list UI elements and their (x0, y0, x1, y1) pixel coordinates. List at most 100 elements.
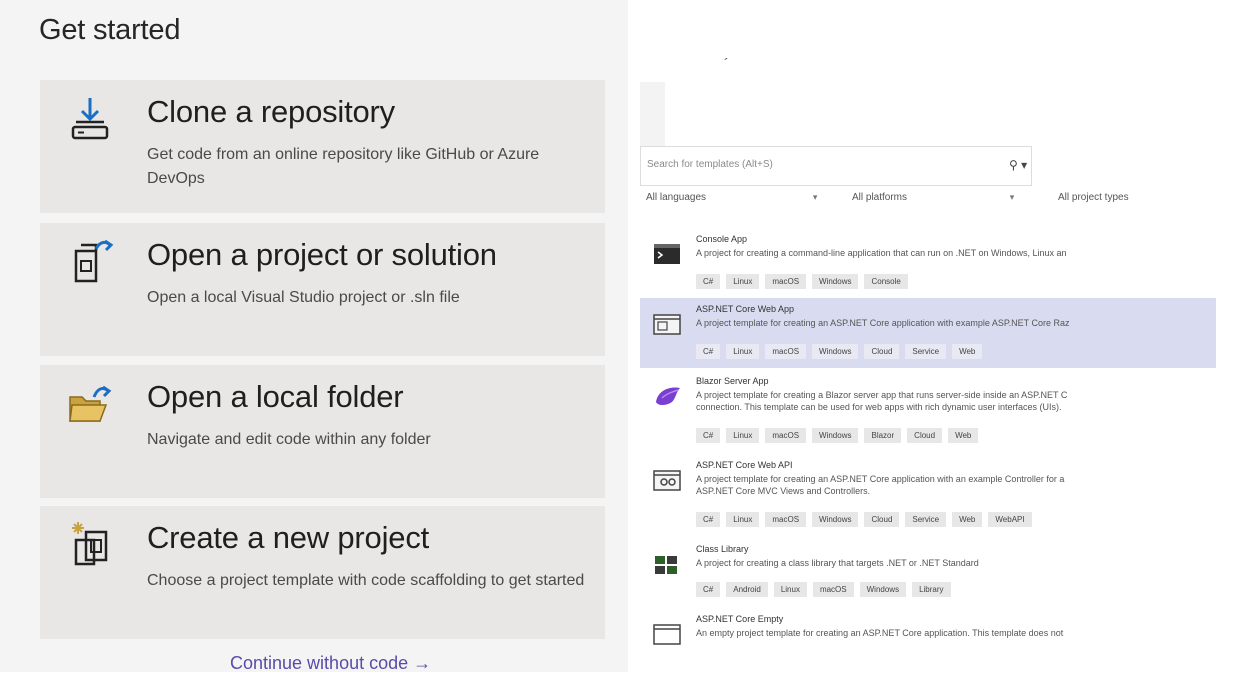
tag: Cloud (907, 428, 943, 443)
tag: Linux (726, 344, 760, 359)
tag: Service (905, 344, 947, 359)
tag: C# (696, 512, 721, 527)
clone-repository-icon (71, 98, 109, 140)
language-filter-label: All languages (646, 192, 707, 203)
chevron-down-icon: ▾ (1009, 192, 1015, 202)
chevron-down-icon: ▾ (812, 192, 818, 202)
template-description-line: A project template for creating a Blazor… (696, 390, 1068, 400)
tag: Windows (812, 274, 859, 289)
tag: Web (952, 344, 983, 359)
template-description: A project for creating a command-line ap… (696, 248, 1067, 258)
tag: macOS (812, 582, 854, 597)
tag: Linux (726, 274, 760, 289)
tag: macOS (765, 512, 807, 527)
project-type-filter-label: All project types (1058, 192, 1129, 203)
template-name: Console App (696, 234, 748, 244)
new-project-icon (72, 522, 108, 566)
tag: Blazor (864, 428, 902, 443)
project-type-filter[interactable]: All project types (1058, 192, 1129, 214)
get-started-panel: Get started Clone a repository Get code … (0, 0, 628, 674)
template-name: Blazor Server App (696, 376, 769, 386)
tag: Windows (859, 582, 907, 597)
search-placeholder: Search for templates (Alt+S) (647, 159, 773, 170)
open-folder-button[interactable]: Open a local folder Navigate and edit co… (40, 365, 605, 498)
tag: Linux (726, 428, 760, 443)
template-description: A project template for creating an ASP.N… (696, 473, 1216, 497)
template-description: An empty project template for creating a… (696, 628, 1064, 638)
template-description-line: ASP.NET Core MVC Views and Controllers. (696, 486, 871, 496)
tag: Console (864, 274, 908, 289)
template-name: ASP.NET Core Web App (696, 304, 795, 314)
tag: macOS (765, 428, 807, 443)
open-project-button[interactable]: Open a project or solution Open a local … (40, 223, 605, 356)
open-folder-icon (69, 385, 112, 422)
template-description: A project template for creating an ASP.N… (696, 318, 1070, 328)
tag: Web (948, 428, 979, 443)
console-app-icon (654, 244, 680, 264)
card-description: Choose a project template with code scaf… (147, 572, 585, 589)
tag: Windows (812, 344, 859, 359)
card-title: Open a project or solution (147, 237, 497, 272)
tag: C# (696, 344, 721, 359)
tag: Library (912, 582, 951, 597)
tag: Service (905, 512, 947, 527)
tag: Cloud (864, 512, 900, 527)
empty-web-icon (653, 624, 681, 645)
tag: Linux (773, 582, 807, 597)
template-tags: C# Linux macOS Windows Blazor Cloud Web (696, 428, 979, 443)
tag: Cloud (864, 344, 900, 359)
template-description-line: A project template for creating an ASP.N… (696, 474, 1065, 484)
create-project-window: ´ Search for templates (Alt+S) ⚲ ▾ All l… (632, 0, 1233, 672)
template-item-empty-web[interactable]: ASP.NET Core Empty An empty project temp… (640, 608, 1216, 652)
blazor-icon (656, 387, 680, 405)
card-title: Create a new project (147, 520, 430, 555)
template-description-line: connection. This template can be used fo… (696, 402, 1062, 412)
tag: C# (696, 274, 721, 289)
template-tags: C# Linux macOS Windows Cloud Service Web… (696, 512, 1032, 527)
template-item-class-library[interactable]: Class Library A project for creating a c… (640, 538, 1216, 608)
template-item-web-app[interactable]: ASP.NET Core Web App A project template … (640, 298, 1216, 368)
card-description: Navigate and edit code within any folder (147, 431, 431, 448)
clone-repository-button[interactable]: Clone a repository Get code from an onli… (40, 80, 605, 213)
tag: Windows (812, 428, 859, 443)
template-description: A project for creating a class library t… (696, 558, 979, 568)
template-item-console-app[interactable]: Console App A project for creating a com… (640, 228, 1216, 298)
decorative-mark: ´ (724, 55, 729, 71)
continue-without-code-link[interactable]: Continue without code → (230, 653, 431, 674)
card-description: Open a local Visual Studio project or .s… (147, 289, 460, 306)
card-title: Clone a repository (147, 94, 395, 129)
template-name: ASP.NET Core Web API (696, 460, 793, 470)
search-icon[interactable]: ⚲ ▾ (1009, 158, 1027, 172)
template-tags: C# Linux macOS Windows Cloud Service Web (696, 344, 983, 359)
tag: Web (952, 512, 983, 527)
language-filter[interactable]: All languages ▾ (646, 192, 817, 214)
tag: Linux (726, 512, 760, 527)
open-project-icon (74, 239, 114, 283)
template-item-web-api[interactable]: ASP.NET Core Web API A project template … (640, 454, 1216, 536)
template-description: A project template for creating a Blazor… (696, 389, 1216, 413)
template-search-input[interactable]: Search for templates (Alt+S) ⚲ ▾ (640, 146, 1032, 186)
template-item-blazor-server-app[interactable]: Blazor Server App A project template for… (640, 370, 1216, 452)
page-title: Get started (39, 14, 181, 46)
template-filters: All languages ▾ All platforms ▾ All proj… (640, 192, 1220, 214)
tag: Android (726, 582, 768, 597)
tag: WebAPI (988, 512, 1032, 527)
web-api-icon (653, 470, 681, 491)
card-title: Open a local folder (147, 379, 404, 414)
tag: Windows (812, 512, 859, 527)
template-name: ASP.NET Core Empty (696, 614, 784, 624)
tag: C# (696, 582, 721, 597)
template-name: Class Library (696, 544, 749, 554)
web-app-icon (653, 314, 681, 335)
tag: macOS (765, 344, 807, 359)
tag: C# (696, 428, 721, 443)
template-tags: C# Linux macOS Windows Console (696, 274, 908, 289)
class-library-icon (655, 556, 677, 574)
platform-filter-label: All platforms (852, 192, 908, 203)
platform-filter[interactable]: All platforms ▾ (852, 192, 1014, 214)
window-frame (640, 82, 665, 147)
card-description: Get code from an online repository like … (147, 146, 540, 187)
template-tags: C# Android Linux macOS Windows Library (696, 582, 951, 597)
tag: macOS (765, 274, 807, 289)
create-project-button[interactable]: Create a new project Choose a project te… (40, 506, 605, 639)
